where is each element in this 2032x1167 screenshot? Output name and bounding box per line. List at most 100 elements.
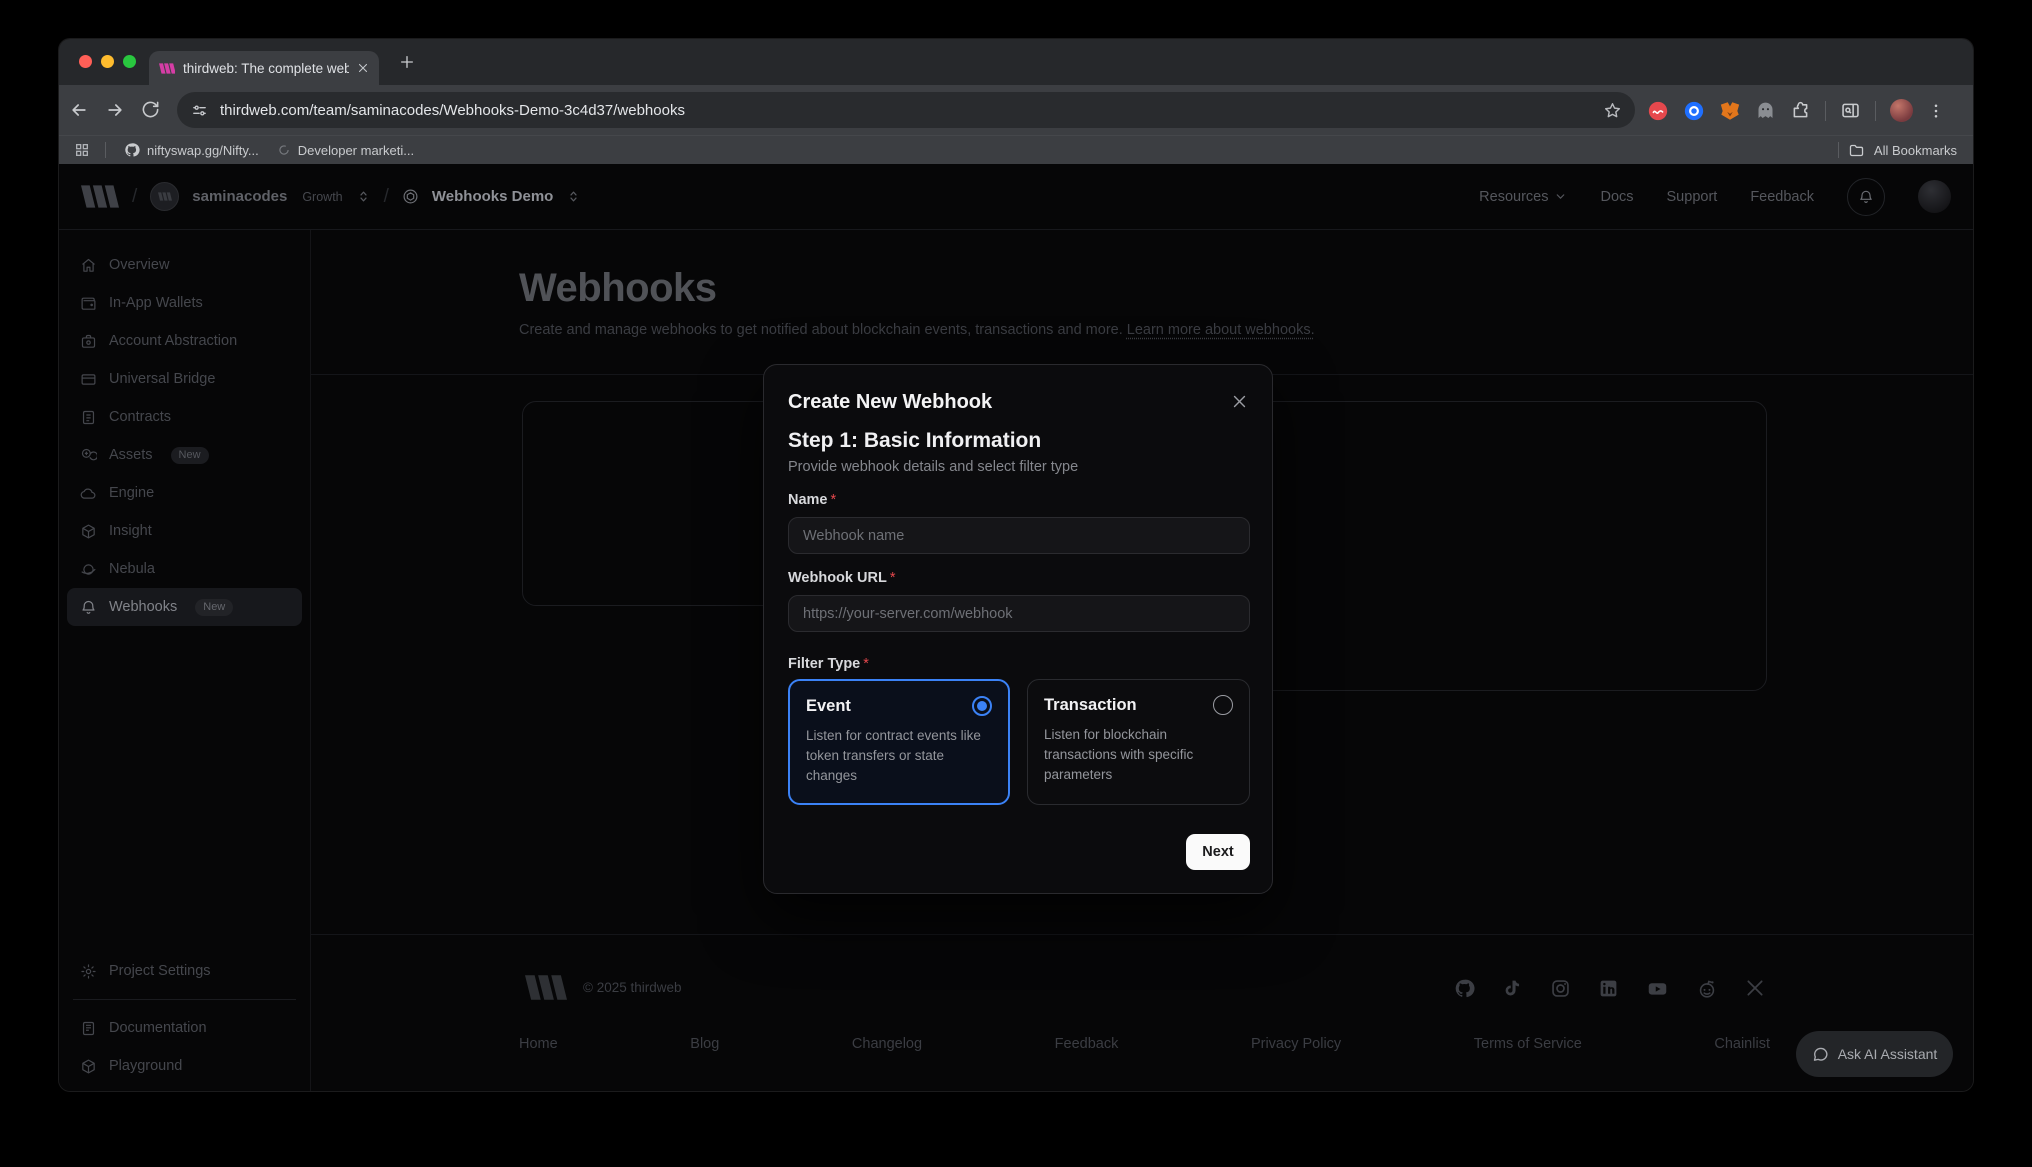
tiktok-icon[interactable] xyxy=(1502,978,1523,999)
reddit-icon[interactable] xyxy=(1696,978,1718,1000)
address-bar[interactable]: thirdweb.com/team/saminacodes/Webhooks-D… xyxy=(177,92,1635,128)
book-icon xyxy=(80,1020,97,1037)
sidebar-divider xyxy=(73,999,296,1000)
project-switcher-icon[interactable] xyxy=(566,189,581,204)
radio-unselected-icon[interactable] xyxy=(1213,695,1233,715)
sidebar-item-overview[interactable]: Overview xyxy=(67,246,302,284)
sidebar-item-label: Overview xyxy=(109,257,169,273)
filter-option-event[interactable]: Event Listen for contract events like to… xyxy=(788,679,1010,805)
linkedin-icon[interactable] xyxy=(1598,978,1619,999)
extensions-puzzle-icon[interactable] xyxy=(1790,100,1811,121)
new-tab-button[interactable] xyxy=(399,54,415,70)
minimize-window-button[interactable] xyxy=(101,55,114,68)
modal-close-icon[interactable] xyxy=(1231,393,1248,410)
webhook-name-input[interactable] xyxy=(788,517,1250,554)
browser-profile-avatar[interactable] xyxy=(1890,99,1913,122)
extensions-row xyxy=(1647,99,1945,122)
instagram-icon[interactable] xyxy=(1550,978,1571,999)
option-title: Transaction xyxy=(1044,696,1137,715)
all-bookmarks[interactable]: All Bookmarks xyxy=(1838,142,1957,159)
ask-ai-assistant-button[interactable]: Ask AI Assistant xyxy=(1796,1031,1953,1077)
close-tab-icon[interactable] xyxy=(357,62,369,74)
ask-ai-label: Ask AI Assistant xyxy=(1838,1046,1938,1062)
radio-selected-icon[interactable] xyxy=(972,696,992,716)
github-favicon-icon xyxy=(124,142,140,158)
close-window-button[interactable] xyxy=(79,55,92,68)
footer-link-privacy-policy[interactable]: Privacy Policy xyxy=(1251,1036,1341,1052)
webhook-url-input[interactable] xyxy=(788,595,1250,632)
sidebar-item-assets[interactable]: Assets New xyxy=(67,436,302,474)
bookmark-niftyswap[interactable]: niftyswap.gg/Nifty... xyxy=(124,142,259,158)
nav-link-label: Support xyxy=(1667,189,1718,205)
plan-badge: Growth xyxy=(302,190,342,204)
gear-icon xyxy=(80,963,97,980)
modal-step-subtitle: Provide webhook details and select filte… xyxy=(788,459,1078,475)
new-badge: New xyxy=(195,599,233,616)
sidebar-item-label: Account Abstraction xyxy=(109,333,237,349)
reload-icon[interactable] xyxy=(141,100,160,119)
thirdweb-logo-icon[interactable] xyxy=(81,185,119,208)
cube-icon xyxy=(80,1058,97,1075)
footer-link-terms-of-service[interactable]: Terms of Service xyxy=(1474,1036,1582,1052)
credit-card-icon xyxy=(80,371,97,388)
footer-link-changelog[interactable]: Changelog xyxy=(852,1036,922,1052)
sidebar-item-nebula[interactable]: Nebula xyxy=(67,550,302,588)
bookmark-developer-marketing[interactable]: Developer marketi... xyxy=(277,143,414,158)
home-icon xyxy=(80,257,97,274)
traffic-lights xyxy=(79,55,136,68)
apps-grid-icon[interactable] xyxy=(74,142,90,158)
nav-link-docs[interactable]: Docs xyxy=(1600,189,1633,205)
footer-link-feedback[interactable]: Feedback xyxy=(1055,1036,1119,1052)
user-avatar[interactable] xyxy=(1918,180,1951,213)
project-name[interactable]: Webhooks Demo xyxy=(432,188,553,205)
planet-icon xyxy=(80,561,97,578)
wallet-icon xyxy=(80,295,97,312)
file-text-icon xyxy=(80,409,97,426)
github-icon[interactable] xyxy=(1454,978,1475,999)
nav-link-resources[interactable]: Resources xyxy=(1479,189,1567,205)
sidebar-item-engine[interactable]: Engine xyxy=(67,474,302,512)
learn-more-link[interactable]: Learn more about webhooks. xyxy=(1127,322,1315,338)
forward-icon[interactable] xyxy=(105,100,125,120)
nav-link-label: Feedback xyxy=(1750,189,1814,205)
nav-link-support[interactable]: Support xyxy=(1667,189,1718,205)
phantom-icon[interactable] xyxy=(1755,100,1776,121)
sidebar-item-insight[interactable]: Insight xyxy=(67,512,302,550)
sidebar-item-account-abstraction[interactable]: Account Abstraction xyxy=(67,322,302,360)
sidebar-item-in-app-wallets[interactable]: In-App Wallets xyxy=(67,284,302,322)
folder-icon xyxy=(1848,142,1865,159)
back-icon[interactable] xyxy=(69,100,89,120)
filter-option-transaction[interactable]: Transaction Listen for blockchain transa… xyxy=(1027,679,1250,805)
sidebar-item-documentation[interactable]: Documentation xyxy=(67,1009,302,1047)
team-name[interactable]: saminacodes xyxy=(192,188,287,205)
nav-link-feedback[interactable]: Feedback xyxy=(1750,189,1814,205)
footer-links: Home Blog Changelog Feedback Privacy Pol… xyxy=(519,1036,1770,1052)
sidebar-item-playground[interactable]: Playground xyxy=(67,1047,302,1085)
menu-dots-icon[interactable] xyxy=(1927,102,1945,120)
sidebar-item-project-settings[interactable]: Project Settings xyxy=(67,952,302,990)
side-panel-icon[interactable] xyxy=(1840,100,1861,121)
footer-link-home[interactable]: Home xyxy=(519,1036,558,1052)
sidebar-item-label: Insight xyxy=(109,523,152,539)
extension-blue-icon[interactable] xyxy=(1683,100,1705,122)
extension-red-icon[interactable] xyxy=(1647,100,1669,122)
sidebar-item-webhooks[interactable]: Webhooks New xyxy=(67,588,302,626)
notifications-button[interactable] xyxy=(1847,178,1885,216)
youtube-icon[interactable] xyxy=(1646,978,1669,999)
metamask-icon[interactable] xyxy=(1719,100,1741,122)
sidebar-item-universal-bridge[interactable]: Universal Bridge xyxy=(67,360,302,398)
next-button[interactable]: Next xyxy=(1186,834,1250,870)
team-switcher-icon[interactable] xyxy=(356,189,371,204)
bookmark-label: Developer marketi... xyxy=(298,143,414,158)
footer-link-blog[interactable]: Blog xyxy=(690,1036,719,1052)
toolbar-separator-2 xyxy=(1875,101,1876,121)
footer-link-chainlist[interactable]: Chainlist xyxy=(1714,1036,1770,1052)
sidebar-item-contracts[interactable]: Contracts xyxy=(67,398,302,436)
required-asterisk: * xyxy=(863,656,869,672)
site-settings-icon[interactable] xyxy=(191,102,208,119)
zoom-window-button[interactable] xyxy=(123,55,136,68)
browser-tab[interactable]: thirdweb: The complete web3 xyxy=(149,51,379,85)
x-twitter-icon[interactable] xyxy=(1745,978,1765,998)
bookmark-star-icon[interactable] xyxy=(1603,101,1622,120)
sidebar-item-label: Project Settings xyxy=(109,963,211,979)
